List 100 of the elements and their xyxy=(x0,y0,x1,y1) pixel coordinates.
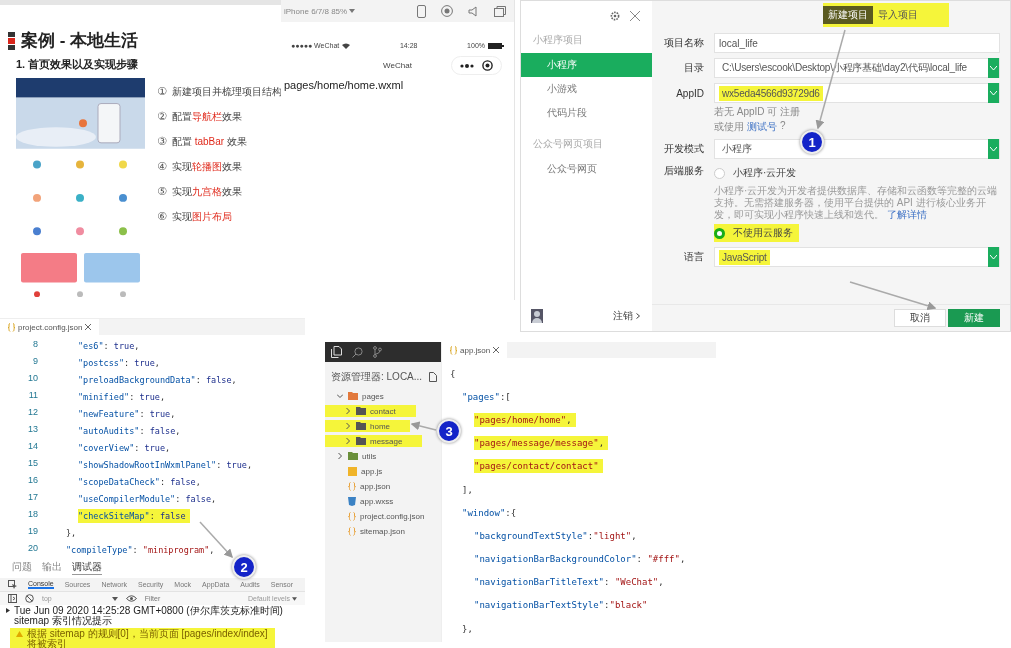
tree-item[interactable]: home xyxy=(325,420,410,432)
record-icon[interactable] xyxy=(441,5,453,17)
test-account-link[interactable]: 测试号 xyxy=(747,120,777,134)
code-line: ], xyxy=(462,483,474,497)
inspect-icon[interactable] xyxy=(8,580,17,589)
line-number: 18 xyxy=(27,508,39,519)
window-icon[interactable] xyxy=(494,5,506,17)
chevron-icon xyxy=(990,66,997,70)
panel-tab[interactable]: 问题 xyxy=(12,560,32,574)
tree-item[interactable]: sitemap.json xyxy=(325,525,411,537)
code-line: "minified": true, xyxy=(78,390,167,404)
css-file-icon xyxy=(348,496,356,506)
step-text: 配置导航栏效果 xyxy=(171,110,242,124)
field-label: 项目名称 xyxy=(663,36,704,50)
tree-item[interactable]: utils xyxy=(325,450,383,462)
code-line: "compileType": "miniprogram", xyxy=(66,543,216,557)
search-icon[interactable] xyxy=(352,346,363,358)
tree-item[interactable]: message xyxy=(325,435,423,447)
select-field[interactable]: C:\Users\escook\Desktop\小程序基础\day2\代码\local_life xyxy=(714,58,1000,78)
step-number: ① xyxy=(157,84,167,99)
sidebar-item[interactable]: 公众号网页 xyxy=(521,157,652,181)
json-file-icon xyxy=(8,322,15,332)
code-line: "autoAudits": false, xyxy=(78,424,182,438)
avatar-icon[interactable] xyxy=(531,309,543,323)
speaker-icon[interactable] xyxy=(468,5,479,17)
hint-text: 若无 AppID 可 注册 xyxy=(714,105,802,119)
caret-icon xyxy=(349,9,356,13)
create-button[interactable]: 新建 xyxy=(948,309,1000,327)
new-file-icon[interactable] xyxy=(429,372,437,382)
clear-icon[interactable] xyxy=(25,594,34,603)
code-line: "preloadBackgroundData": false, xyxy=(78,373,238,387)
field-label: 语言 xyxy=(683,250,704,264)
code-line: "navigationBarTextStyle":"black" xyxy=(474,599,649,613)
chevron-icon xyxy=(990,91,997,95)
editor-tab[interactable]: app.json xyxy=(442,342,508,358)
sidebar-item[interactable]: 代码片段 xyxy=(521,101,652,125)
sidebar-section-title: 小程序项目 xyxy=(532,33,584,47)
step-number: ② xyxy=(157,109,167,124)
code-line: }, xyxy=(66,526,78,540)
caret-icon xyxy=(292,596,297,601)
eye-icon[interactable] xyxy=(125,595,137,602)
radio-option[interactable]: 不使用云服务 xyxy=(714,224,799,242)
select-field[interactable]: wx5eda4566d93729d6 xyxy=(714,83,1000,103)
warning-icon xyxy=(16,631,23,637)
line-number: 14 xyxy=(27,440,39,451)
radio-button[interactable] xyxy=(714,227,725,239)
learn-more-link[interactable]: 了解详情 xyxy=(886,209,927,220)
line-number: 9 xyxy=(32,355,39,366)
radio-button[interactable] xyxy=(714,167,725,179)
field-label: 目录 xyxy=(683,61,704,75)
code-line: "window":{ xyxy=(462,506,518,520)
files-icon[interactable] xyxy=(331,346,342,358)
settings-icon[interactable] xyxy=(610,11,620,21)
json-file-icon xyxy=(348,526,356,536)
line-number: 15 xyxy=(27,457,39,468)
code-line: "navigationBarTitleText": "WeChat", xyxy=(474,576,665,590)
source-control-icon[interactable] xyxy=(373,346,382,358)
step-number: ⑥ xyxy=(157,209,167,224)
tree-item[interactable]: pages xyxy=(325,390,390,402)
console-message: 根据 sitemap 的规则[0]，当前页面 [pages/index/index] 将被索引 xyxy=(10,628,275,648)
panel-tab[interactable]: 输出 xyxy=(42,560,62,574)
code-line: "coverView": true, xyxy=(78,441,172,455)
field-label: 后端服务 xyxy=(663,164,704,178)
page-path-text: pages/home/home.wxml xyxy=(283,79,405,91)
tree-item[interactable]: app.wxss xyxy=(325,495,400,507)
tree-item[interactable]: app.js xyxy=(325,465,389,477)
tab[interactable]: 导入项目 xyxy=(873,6,923,24)
more-icon[interactable] xyxy=(460,63,474,68)
sidebar-toggle-icon[interactable] xyxy=(8,594,17,603)
json-file-icon xyxy=(450,345,457,355)
tab[interactable]: 新建项目 xyxy=(823,6,873,24)
editor-tab[interactable]: project.config.json xyxy=(0,319,100,335)
panel-tab[interactable]: 调试器 xyxy=(72,559,102,575)
tree-item[interactable]: project.config.json xyxy=(325,510,431,522)
logout-link[interactable]: 注销 xyxy=(613,309,633,323)
step-number: ④ xyxy=(157,159,167,174)
radio-option[interactable]: 小程序·云开发 xyxy=(714,164,803,182)
code-line: "navigationBarBackgroundColor": "#fff", xyxy=(474,553,687,567)
sidebar-item[interactable]: 小游戏 xyxy=(521,77,652,101)
tree-item[interactable]: contact xyxy=(325,405,416,417)
select-field[interactable]: JavaScript xyxy=(714,247,1000,267)
line-number: 20 xyxy=(27,542,39,553)
code-line: "useCompilerModule": false, xyxy=(78,492,218,506)
code-line: "pages":[ xyxy=(462,390,512,404)
page-title: WeChat xyxy=(383,60,412,70)
phone-icon[interactable] xyxy=(417,4,426,18)
hint-text: 或使用 xyxy=(714,120,744,134)
tree-item[interactable]: app.json xyxy=(325,480,397,492)
explorer-title: 资源管理器: LOCA... xyxy=(331,370,423,384)
slide-title: 案例 - 本地生活 xyxy=(21,30,139,52)
cancel-button[interactable]: 取消 xyxy=(894,309,946,327)
code-line: "postcss": true, xyxy=(78,356,161,370)
step-text: 实现轮播图效果 xyxy=(171,160,242,174)
input-field[interactable]: local_life xyxy=(714,33,1000,53)
field-label: 开发模式 xyxy=(663,142,704,156)
code-line: { xyxy=(450,367,457,381)
description-text: 小程序·云开发为开发者提供数据库、存储和云函数等完整的云端支持。无需搭建服务器，使用平台提供的 API 进行核心业务开发，即可实现小程序快速上线和迭代。 了解详情 xyxy=(714,185,999,221)
step-text: 实现图片布局 xyxy=(171,210,232,224)
line-number: 17 xyxy=(27,491,39,502)
code-line: "newFeature": true, xyxy=(78,407,177,421)
